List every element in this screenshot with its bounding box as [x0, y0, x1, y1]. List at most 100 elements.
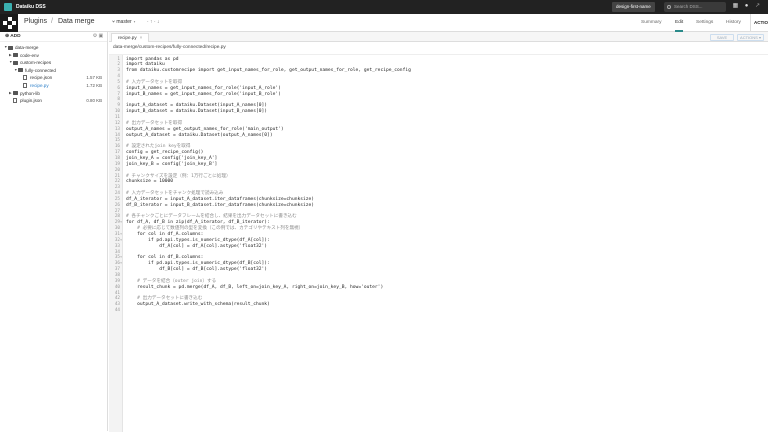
line-number: 10: [114, 109, 120, 115]
line-number: 19: [114, 161, 120, 167]
close-icon[interactable]: ×: [140, 35, 143, 40]
instance-badge[interactable]: design-first-name: [612, 2, 655, 12]
code-line[interactable]: 33 df_A[col] = df_A[col].astype('float32…: [109, 244, 768, 250]
fold-toggle-icon[interactable]: ▾: [120, 261, 122, 267]
code-text: config = get_recipe_config(): [126, 150, 204, 156]
branch-selector[interactable]: ⑂ master ▾: [112, 19, 136, 25]
tree-item-label: recipe.json: [30, 75, 53, 81]
code-text: input_B_dataset = dataiku.Dataset(input_…: [126, 109, 268, 115]
git-sync-controls[interactable]: · ↑ · ↓: [147, 19, 160, 25]
code-text: output_A_names = get_output_names_for_ro…: [126, 126, 284, 132]
code-line[interactable]: 44: [109, 308, 768, 314]
activity-icon[interactable]: ↗: [754, 3, 761, 10]
tree-file[interactable]: recipe.py 1.72 KB: [0, 82, 108, 89]
sidebar-tools: ⚙ ▣: [93, 34, 103, 39]
tree-file[interactable]: recipe.json 1.57 KB: [0, 74, 108, 81]
code-line[interactable]: 26 df_B_iterator = input_B_dataset.iter_d…: [109, 203, 768, 209]
fold-toggle-icon[interactable]: ▾: [120, 238, 122, 244]
code-line[interactable]: 37 df_B[col] = df_B[col].astype('float32…: [109, 267, 768, 273]
code-line[interactable]: 13 output_A_names = get_output_names_for_…: [109, 127, 768, 133]
code-line[interactable]: 24 # 入力データセットをチャンク処理で読み込み: [109, 191, 768, 197]
code-line[interactable]: 14 output_A_dataset = dataiku.Dataset(out…: [109, 133, 768, 139]
code-line[interactable]: 38: [109, 273, 768, 279]
code-line[interactable]: 40 result_chunk = pd.merge(df_A, df_B, l…: [109, 285, 768, 291]
code-line[interactable]: 36 ▾ if pd.api.types.is_numeric_dtype(df_…: [109, 261, 768, 267]
actions-button[interactable]: ACTIONS: [750, 14, 768, 32]
code-line[interactable]: 17 config = get_recipe_config(): [109, 150, 768, 156]
code-text: # 出力データセットを取得: [126, 120, 183, 126]
code-line[interactable]: 39 # データを結合（outer join）する: [109, 279, 768, 285]
chevron-down-icon: ▾: [131, 19, 137, 25]
code-line[interactable]: 12 # 出力データセットを取得: [109, 121, 768, 127]
code-line[interactable]: 15: [109, 138, 768, 144]
apps-grid-icon[interactable]: ▦: [732, 3, 739, 10]
global-search-input[interactable]: Search DSS...: [664, 2, 726, 12]
breadcrumb-plugins[interactable]: Plugins: [24, 18, 47, 25]
notifications-icon[interactable]: ●: [743, 3, 750, 10]
code-line[interactable]: 41: [109, 291, 768, 297]
tab-summary[interactable]: Summary: [641, 14, 662, 32]
save-button[interactable]: SAVE: [710, 33, 734, 41]
line-number: 33: [114, 243, 120, 249]
line-number: 12: [114, 120, 120, 126]
top-navigation-bar: Dataiku DSS design-first-name Search DSS…: [0, 0, 768, 14]
tree-folder[interactable]: ▼ custom-recipes: [0, 59, 108, 66]
code-text: if pd.api.types.is_numeric_dtype(df_A[co…: [126, 237, 270, 243]
line-number: 4: [117, 74, 120, 80]
code-text: from dataiku.customrecipe import get_inp…: [126, 68, 411, 74]
code-line[interactable]: 5 # 入力データセットを取得: [109, 80, 768, 86]
plugin-icon[interactable]: [0, 14, 18, 32]
code-line[interactable]: 10 input_B_dataset = dataiku.Dataset(inpu…: [109, 109, 768, 115]
tree-folder[interactable]: ▼ fully-connected: [0, 67, 108, 74]
folder-icon: [8, 45, 13, 50]
line-number: 23: [114, 185, 120, 191]
code-line[interactable]: 19 join_key_B = config['join_key_B']: [109, 162, 768, 168]
code-line[interactable]: 4: [109, 74, 768, 80]
dataiku-logo-icon[interactable]: [4, 3, 12, 11]
code-panel[interactable]: 1 import pandas as pd 2 import dataiku 3 from…: [109, 54, 768, 432]
code-line[interactable]: 30 # 必要に応じて数値列の型を変換（この例では、カテゴリやテキスト列を無視）: [109, 226, 768, 232]
code-line[interactable]: 18 join_key_A = config['join_key_A']: [109, 156, 768, 162]
line-number: 39: [114, 278, 120, 284]
add-file-button[interactable]: ⊕ ADD: [5, 34, 21, 39]
code-line[interactable]: 16 # 設定されたjoin keyを取得: [109, 144, 768, 150]
code-line[interactable]: 3 from dataiku.customrecipe import get_in…: [109, 68, 768, 74]
code-line[interactable]: 21 # チャンクサイズを設定（例：1万行ごとに処理）: [109, 174, 768, 180]
code-line[interactable]: 20: [109, 168, 768, 174]
code-line[interactable]: 31 ▾ for col in df_A.columns:: [109, 232, 768, 238]
fold-toggle-icon[interactable]: ▾: [120, 255, 122, 261]
tab-settings[interactable]: Settings: [696, 14, 713, 32]
editor-actions-button[interactable]: ACTIONS ▾: [737, 33, 764, 41]
line-number: 13: [114, 126, 120, 132]
tree-folder[interactable]: ▶ code-env: [0, 52, 108, 59]
code-line[interactable]: 22 chunksize = 10000: [109, 179, 768, 185]
tab-edit[interactable]: Edit: [675, 14, 684, 32]
breadcrumb-current-plugin[interactable]: Data merge: [58, 18, 95, 25]
code-line[interactable]: 1 import pandas as pd: [109, 57, 768, 63]
code-text: result_chunk = pd.merge(df_A, df_B, left…: [126, 284, 384, 290]
line-number: 30: [114, 226, 120, 232]
fold-toggle-icon[interactable]: ▾: [120, 220, 122, 226]
tree-file[interactable]: plugin.json 0.80 KB: [0, 97, 108, 104]
line-number: 25: [114, 196, 120, 202]
editor-tab-recipe-py[interactable]: recipe.py ×: [111, 33, 150, 42]
code-line[interactable]: 43 output_A_dataset.write_with_schema(re…: [109, 302, 768, 308]
tree-item-label: fully-connected: [25, 67, 56, 73]
editor-tab-label: recipe.py: [118, 35, 137, 40]
code-line[interactable]: 23: [109, 185, 768, 191]
code-line[interactable]: 34: [109, 250, 768, 256]
code-text: df_B[col] = df_B[col].astype('float32'): [126, 267, 268, 273]
tree-folder[interactable]: ▶ python-lib: [0, 90, 108, 97]
collapse-icon[interactable]: ▣: [98, 34, 103, 39]
code-line[interactable]: 25 df_A_iterator = input_A_dataset.iter_d…: [109, 197, 768, 203]
settings-icon[interactable]: ⚙: [93, 34, 97, 39]
fold-toggle-icon[interactable]: ▾: [120, 232, 122, 238]
code-line[interactable]: 7 input_B_names = get_input_names_for_rol…: [109, 92, 768, 98]
tab-history[interactable]: History: [726, 14, 741, 32]
code-line[interactable]: 6 input_A_names = get_input_names_for_rol…: [109, 86, 768, 92]
code-line[interactable]: 11: [109, 115, 768, 121]
code-text: output_A_dataset = dataiku.Dataset(outpu…: [126, 132, 273, 138]
tree-folder[interactable]: ▼ data-merge: [0, 44, 108, 51]
code-text: # 必要に応じて数値列の型を変換（この例では、カテゴリやテキスト列を無視）: [126, 226, 304, 232]
code-line[interactable]: 32 ▾ if pd.api.types.is_numeric_dtype(df_…: [109, 238, 768, 244]
